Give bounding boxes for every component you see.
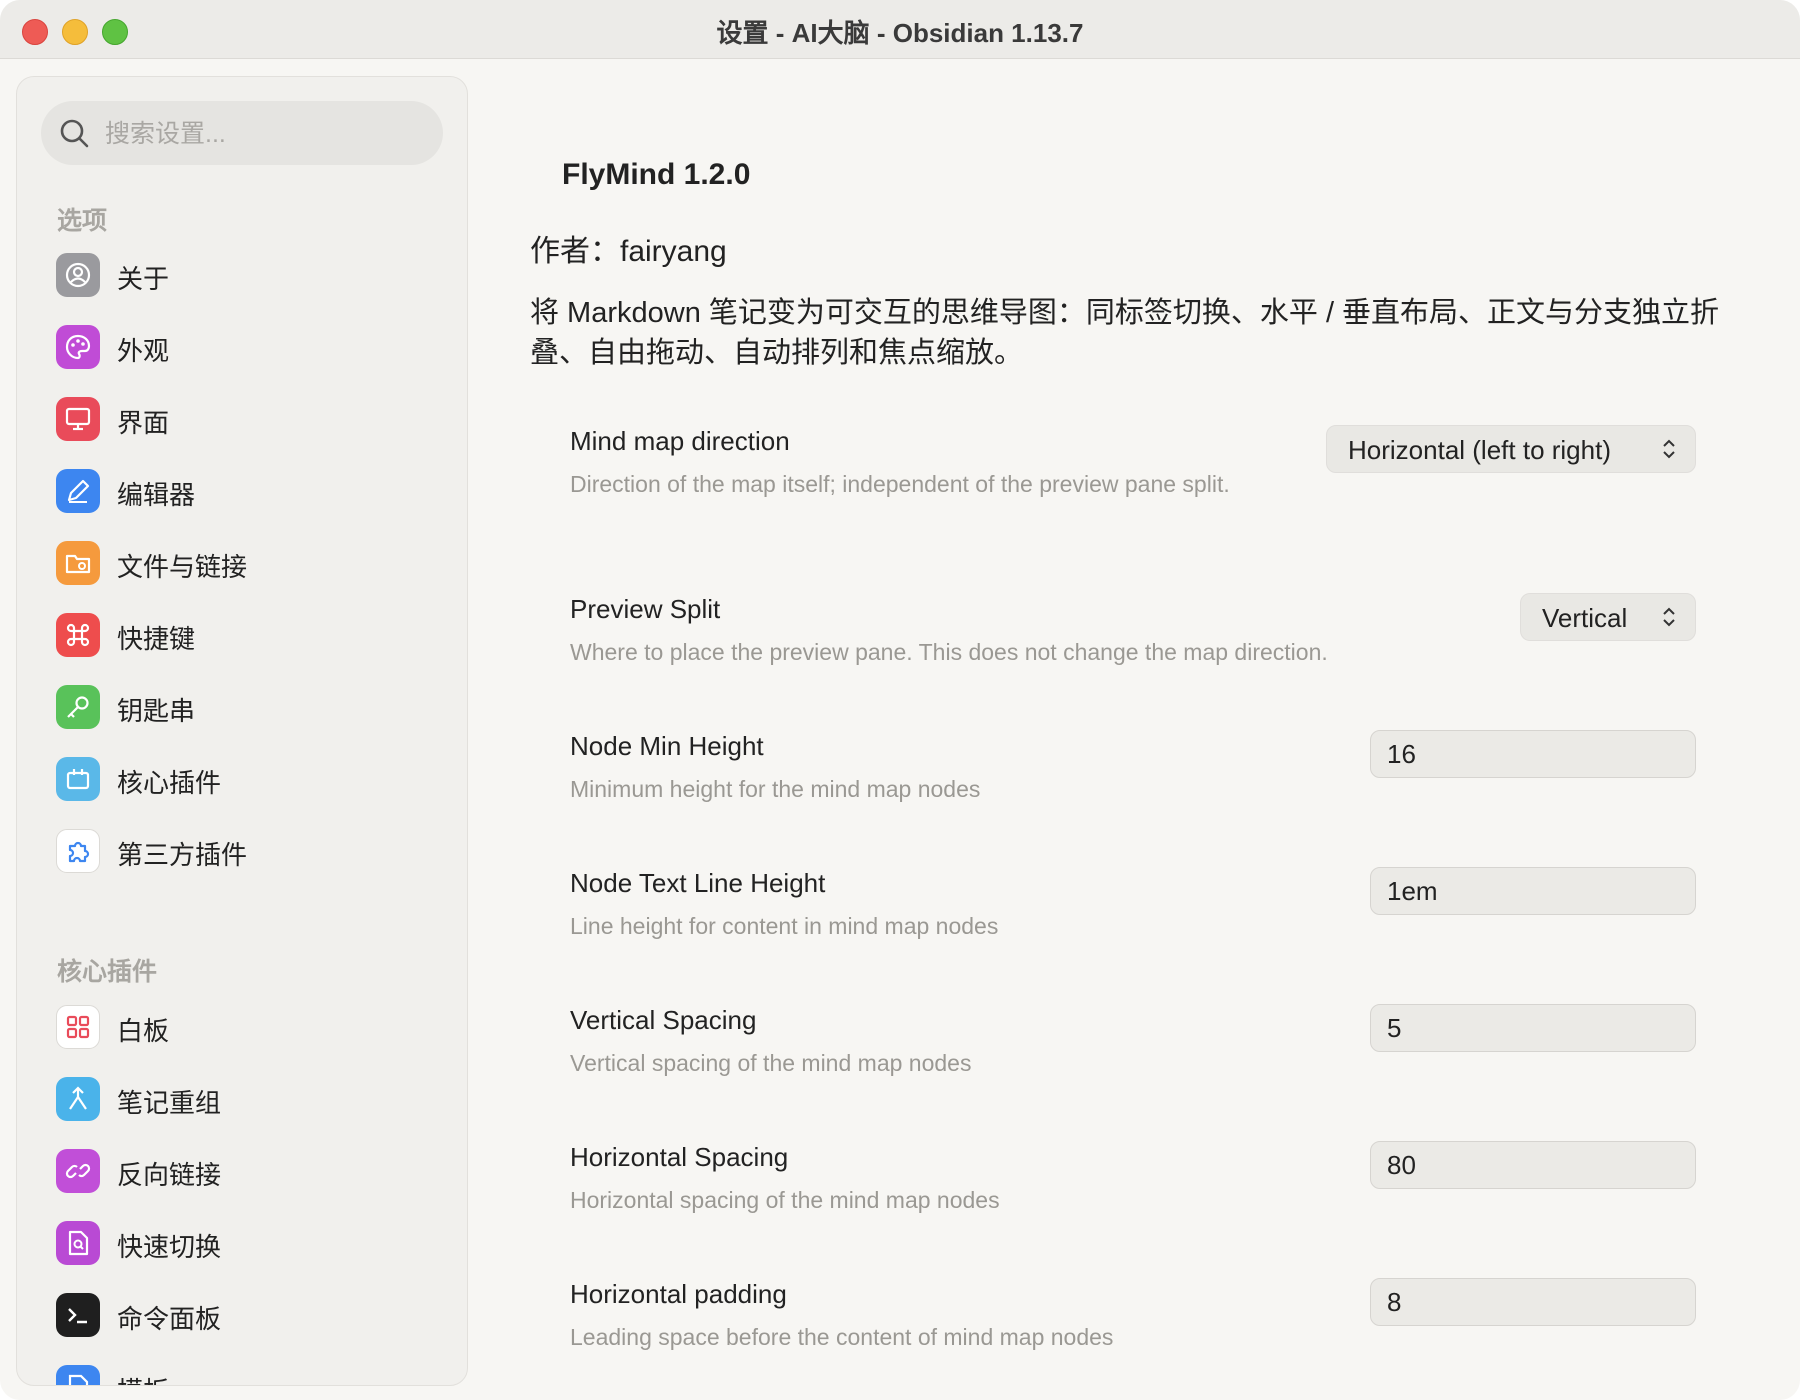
puzzle-icon [56,829,100,873]
sidebar-item-label: 编辑器 [117,480,196,510]
sidebar-item-label: 反向链接 [117,1160,222,1190]
setting-name: Preview Split [570,594,721,624]
sidebar-item-label: 文件与链接 [117,552,248,582]
plug-box-icon [56,757,100,801]
sidebar-item-core-plugins[interactable]: 核心插件 [41,749,443,809]
palette-icon [56,325,100,369]
sidebar-item-label: 外观 [117,336,170,366]
sidebar-item-backlinks[interactable]: 反向链接 [41,1141,443,1201]
sidebar-item-community-plugins[interactable]: 第三方插件 [41,821,443,881]
setting-description: Horizontal spacing of the mind map nodes [570,1187,1000,1213]
sidebar-item-canvas[interactable]: 白板 [41,997,443,1057]
sidebar-item-label: 钥匙串 [117,696,196,726]
select-value: Vertical [1542,603,1628,633]
setting-description: Line height for content in mind map node… [570,913,999,939]
node-text-line-height-input[interactable] [1370,867,1696,915]
plugin-author: 作者：fairyang [530,235,727,268]
sidebar-item-quick-switcher[interactable]: 快速切换 [41,1213,443,1273]
command-icon [56,613,100,657]
select-value: Horizontal (left to right) [1348,435,1611,465]
sidebar-item-about[interactable]: 关于 [41,245,443,305]
sidebar-item-editor[interactable]: 编辑器 [41,461,443,521]
setting-description: Leading space before the content of mind… [570,1324,1114,1350]
sidebar-item-appearance[interactable]: 外观 [41,317,443,377]
sidebar-item-keychain[interactable]: 钥匙串 [41,677,443,737]
sidebar-item-hotkeys[interactable]: 快捷键 [41,605,443,665]
sidebar-item-label: 白板 [117,1016,170,1046]
sidebar-item-label: 快捷键 [117,624,196,654]
node-min-height-input[interactable] [1370,730,1696,778]
file-search-icon [56,1221,100,1265]
terminal-icon [56,1293,100,1337]
section-label-core-plugins: 核心插件 [57,958,158,986]
vertical-spacing-input[interactable] [1370,1004,1696,1052]
chevron-up-down-icon [1663,607,1675,627]
key-icon [56,685,100,729]
sidebar-item-label: 关于 [117,264,170,294]
search-box[interactable] [41,101,443,165]
sidebar-item-files-links[interactable]: 文件与链接 [41,533,443,593]
sidebar-item-label: 第三方插件 [117,840,248,870]
sidebar-item-templates[interactable]: 模板 [41,1357,443,1385]
pencil-icon [56,469,100,513]
sidebar-item-note-composer[interactable]: 笔记重组 [41,1069,443,1129]
search-input[interactable] [103,111,427,157]
horizontal-padding-input[interactable] [1370,1278,1696,1326]
sidebar-item-label: 模板 [117,1371,169,1385]
settings-window: 设置 - AI大脑 - Obsidian 1.13.7 选项 关于 外观 [0,0,1800,1400]
window-title: 设置 - AI大脑 - Obsidian 1.13.7 [716,18,1084,48]
setting-description: Direction of the map itself; independent… [570,471,1230,497]
setting-description: Vertical spacing of the mind map nodes [570,1050,972,1076]
monitor-icon [56,397,100,441]
sidebar-item-interface[interactable]: 界面 [41,389,443,449]
plugin-title: FlyMind 1.2.0 [562,158,751,191]
mind-map-direction-select[interactable]: Horizontal (left to right) [1326,425,1696,473]
horizontal-spacing-input[interactable] [1370,1141,1696,1189]
chevron-up-down-icon [1663,439,1675,459]
sidebar-item-label: 界面 [117,408,170,438]
settings-content: FlyMind 1.2.0 作者：fairyang 将 Markdown 笔记变… [470,60,1800,1400]
search-icon [60,119,89,148]
template-icon [56,1365,100,1385]
layout-grid-icon [56,1005,100,1049]
sidebar-item-label: 笔记重组 [117,1088,222,1118]
title-bar: 设置 - AI大脑 - Obsidian 1.13.7 [0,0,1800,59]
settings-sidebar: 选项 关于 外观 界面 编辑器 [16,76,468,1386]
section-label-options: 选项 [57,207,108,235]
folder-cog-icon [56,541,100,585]
setting-description: Minimum height for the mind map nodes [570,776,981,802]
sidebar-item-label: 命令面板 [117,1304,222,1334]
sidebar-item-label: 快速切换 [117,1232,222,1262]
sidebar-item-label: 核心插件 [117,768,222,798]
backlink-icon [56,1149,100,1193]
merge-icon [56,1077,100,1121]
sidebar-item-command-palette[interactable]: 命令面板 [41,1285,443,1345]
plugin-description: 将 Markdown 笔记变为可交互的思维导图：同标签切换、水平 / 垂直布局、… [530,297,1720,369]
preview-split-select[interactable]: Vertical [1520,593,1696,641]
setting-preview-split: Preview Split Where to place the preview… [570,594,1670,668]
setting-description: Where to place the preview pane. This do… [570,639,1328,665]
user-circle-icon [56,253,100,297]
